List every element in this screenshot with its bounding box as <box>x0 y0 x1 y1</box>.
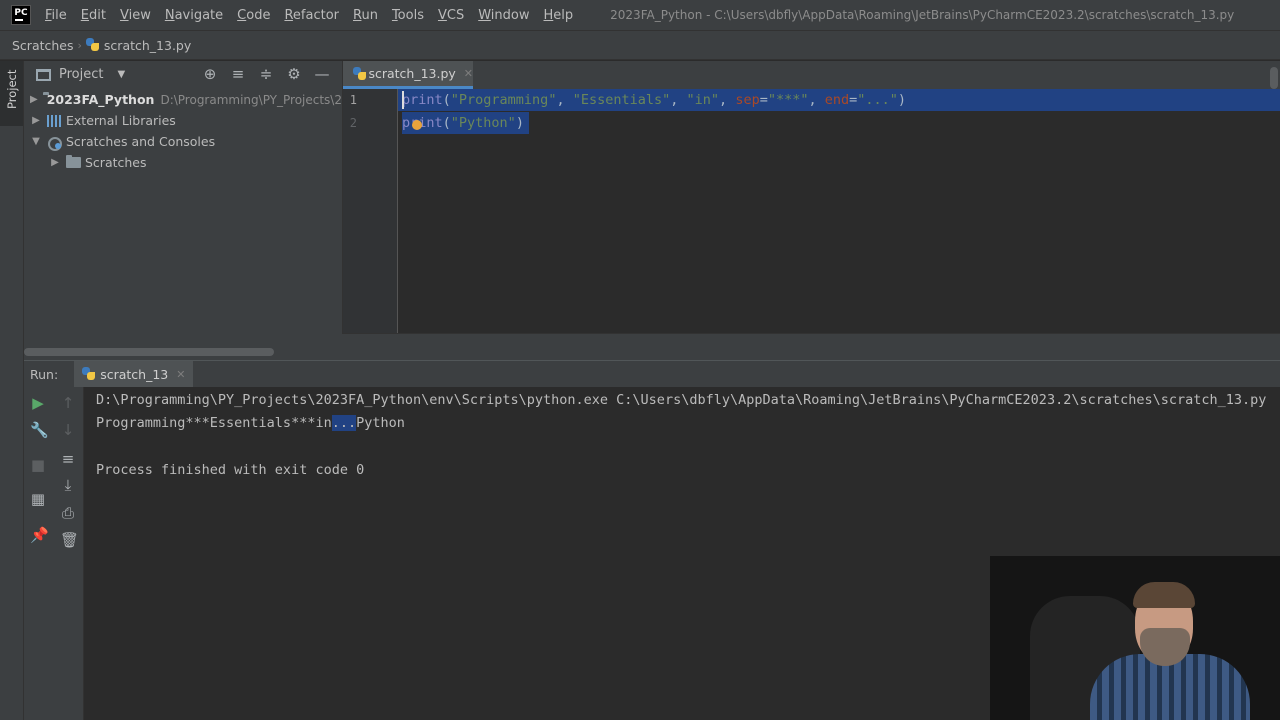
close-icon[interactable]: ✕ <box>176 368 185 381</box>
chevron-right-icon[interactable]: ▶ <box>49 157 61 168</box>
locate-file-icon[interactable]: ⊕ <box>202 66 218 82</box>
tab-scratch-13[interactable]: scratch_13.py ✕ <box>343 61 473 89</box>
window-title: 2023FA_Python - C:\Users\dbfly\AppData\R… <box>610 8 1235 22</box>
library-icon <box>47 114 61 127</box>
menu-edit[interactable]: Edit <box>81 8 106 23</box>
run-panel-label: Run: <box>30 366 59 382</box>
close-icon[interactable]: ✕ <box>464 67 473 80</box>
expand-all-icon[interactable]: ≡ <box>230 66 246 82</box>
stop-icon: ■ <box>30 456 46 474</box>
tree-item-project-root[interactable]: ▶ 2023FA_Python D:\Programming\PY_Projec… <box>24 89 342 110</box>
menu-tools[interactable]: Tools <box>392 8 424 23</box>
text-caret <box>402 91 404 109</box>
python-file-icon <box>82 367 96 381</box>
run-tab-label: scratch_13 <box>100 366 169 382</box>
python-file-icon <box>353 66 367 81</box>
menu-window[interactable]: Window <box>478 8 529 23</box>
menu-code[interactable]: Code <box>237 8 270 23</box>
project-tool-tab[interactable]: Project <box>0 61 23 126</box>
scroll-to-end-icon[interactable]: ⤓ <box>60 477 76 493</box>
tree-item-path: D:\Programming\PY_Projects\2 <box>160 92 342 107</box>
arrow-down-icon: ↓ <box>61 421 75 439</box>
line-number: 1 <box>349 93 357 107</box>
menu-file[interactable]: File <box>45 8 67 23</box>
horizontal-scrollbar[interactable] <box>24 348 274 356</box>
python-file-icon <box>85 38 100 52</box>
pycharm-logo-icon: PC <box>11 5 31 25</box>
breadcrumb: Scratches › scratch_13.py <box>0 30 1280 60</box>
console-command-line: D:\Programming\PY_Projects\2023FA_Python… <box>96 392 1267 408</box>
breadcrumb-scratches[interactable]: Scratches <box>12 38 74 53</box>
tree-item-scratches[interactable]: ▶ Scratches <box>24 152 342 173</box>
chevron-down-icon[interactable]: ▼ <box>30 136 42 147</box>
webcam-person-hair <box>1133 582 1195 608</box>
collapse-all-icon[interactable]: ≑ <box>258 66 274 82</box>
console-selection: ... <box>331 415 357 431</box>
print-icon[interactable]: ⎙ <box>60 505 76 521</box>
editor-bottom-bar <box>342 333 1280 360</box>
menu-run[interactable]: Run <box>353 8 378 23</box>
folder-icon <box>66 155 81 168</box>
tree-item-scratches-and-consoles[interactable]: ▼ Scratches and Consoles <box>24 131 342 152</box>
left-tool-stripe: Project <box>0 61 24 720</box>
chevron-right-icon[interactable]: ▶ <box>30 115 42 126</box>
editor-gutter: 1 2 <box>342 89 398 333</box>
project-panel: Project ▼ ⊕ ≡ ≑ ⚙ — ▶ 2023FA_Python D:\P… <box>24 61 342 360</box>
tree-item-label: 2023FA_Python <box>46 92 155 107</box>
project-tool-tab-label: Project <box>5 69 19 109</box>
wrench-icon[interactable]: 🔧 <box>30 422 49 438</box>
code-line-1: print("Programming", "Essentials", "in",… <box>402 92 907 108</box>
soft-wrap-icon[interactable]: ≡ <box>60 451 76 467</box>
tab-label: scratch_13.py <box>368 66 456 81</box>
rerun-icon[interactable]: ▶ <box>30 395 46 411</box>
chevron-right-icon[interactable]: ▶ <box>30 94 38 105</box>
layout-icon[interactable]: ▦ <box>30 491 46 507</box>
console-exit-line: Process finished with exit code 0 <box>96 462 365 478</box>
webcam-overlay <box>990 556 1280 720</box>
project-view-selector[interactable]: Project <box>59 67 103 82</box>
tree-item-label: Scratches and Consoles <box>66 134 216 149</box>
project-panel-header: Project ▼ ⊕ ≡ ≑ ⚙ — <box>24 61 342 88</box>
lightbulb-icon[interactable] <box>412 120 422 130</box>
editor-tab-bar: scratch_13.py ✕ <box>342 61 1280 89</box>
arrow-up-icon: ↑ <box>61 394 75 412</box>
project-toolbar: ⊕ ≡ ≑ ⚙ — <box>202 66 330 82</box>
pin-icon[interactable]: 📌 <box>30 527 49 543</box>
run-panel-header: Run: scratch_13 ✕ <box>24 360 1280 388</box>
editor-vertical-scrollbar[interactable] <box>1270 67 1278 89</box>
project-tree: ▶ 2023FA_Python D:\Programming\PY_Projec… <box>24 89 342 173</box>
hide-panel-icon[interactable]: — <box>314 66 330 82</box>
run-toolbar: ▶ ↑ 🔧 ↓ ■ ≡ ⤓ ▦ ⎙ 📌 🗑 <box>24 387 84 720</box>
gear-icon[interactable]: ⚙ <box>286 66 302 82</box>
chevron-down-icon[interactable]: ▼ <box>117 69 125 80</box>
menu-bar: PC File Edit View Navigate Code Refactor… <box>0 0 1280 30</box>
code-editor[interactable]: print("Programming", "Essentials", "in",… <box>398 89 1280 333</box>
project-window-icon <box>36 68 51 81</box>
console-output-line: Programming***Essentials***in...Python <box>96 415 405 431</box>
scratches-icon <box>47 135 62 151</box>
menu-refactor[interactable]: Refactor <box>284 8 339 23</box>
breadcrumb-file[interactable]: scratch_13.py <box>104 38 191 53</box>
menu-view[interactable]: View <box>120 8 151 23</box>
tree-item-label: External Libraries <box>66 113 176 128</box>
tree-item-label: Scratches <box>85 155 147 170</box>
menu-navigate[interactable]: Navigate <box>165 8 223 23</box>
trash-icon[interactable]: 🗑 <box>60 532 79 548</box>
tree-item-external-libraries[interactable]: ▶ External Libraries <box>24 110 342 131</box>
run-tab-scratch-13[interactable]: scratch_13 ✕ <box>74 360 194 388</box>
menu-vcs[interactable]: VCS <box>438 8 464 23</box>
line-number: 2 <box>349 116 357 130</box>
menu-help[interactable]: Help <box>544 8 574 23</box>
chevron-right-icon: › <box>77 38 82 52</box>
